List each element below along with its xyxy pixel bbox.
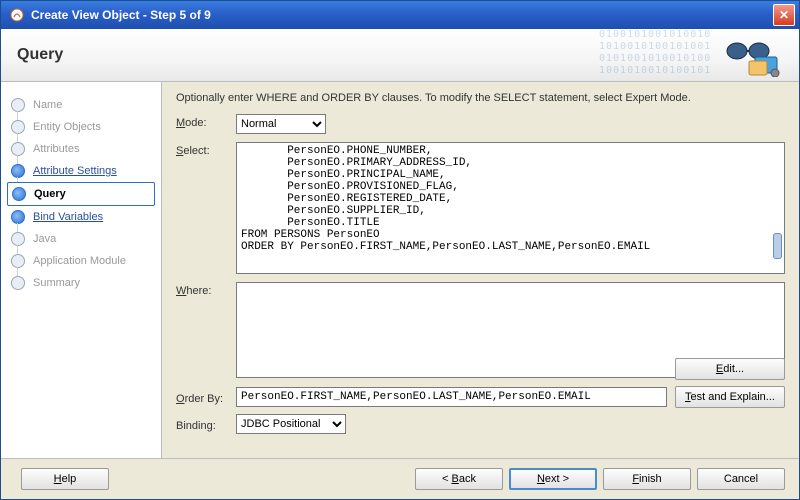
- next-button[interactable]: Next >: [509, 468, 597, 490]
- step-attribute-settings[interactable]: Attribute Settings: [1, 160, 161, 182]
- back-button[interactable]: < Back: [415, 468, 503, 490]
- help-button[interactable]: Help: [21, 468, 109, 490]
- binding-label: Binding:: [176, 417, 236, 432]
- step-java: Java: [1, 228, 161, 250]
- header-decoration: 0100101001010010 1010010100101001 010100…: [599, 29, 799, 81]
- app-icon: [9, 7, 25, 23]
- where-label: Where:: [176, 282, 236, 297]
- step-name: Name: [1, 94, 161, 116]
- test-explain-button[interactable]: Test and Explain...: [675, 386, 785, 408]
- wizard-steps-sidebar: Name Entity Objects Attributes Attribute…: [1, 82, 162, 458]
- step-summary: Summary: [1, 272, 161, 294]
- step-entity-objects: Entity Objects: [1, 116, 161, 138]
- close-icon: ✕: [779, 8, 789, 22]
- wizard-body: Name Entity Objects Attributes Attribute…: [1, 82, 799, 458]
- cancel-button[interactable]: Cancel: [697, 468, 785, 490]
- wizard-header: Query 0100101001010010 1010010100101001 …: [1, 29, 799, 82]
- scrollbar-thumb[interactable]: [773, 233, 782, 259]
- orderby-label: Order By:: [176, 390, 236, 405]
- wizard-footer: Help < Back Next > Finish Cancel: [1, 458, 799, 499]
- select-sql-box[interactable]: PersonEO.PHONE_NUMBER, PersonEO.PRIMARY_…: [236, 142, 785, 274]
- step-application-module: Application Module: [1, 250, 161, 272]
- titlebar: Create View Object - Step 5 of 9 ✕: [1, 1, 799, 29]
- close-button[interactable]: ✕: [773, 4, 795, 26]
- page-title: Query: [17, 46, 63, 64]
- binding-select[interactable]: JDBC Positional: [236, 414, 346, 434]
- glasses-icon: [725, 37, 781, 77]
- select-label: Select:: [176, 142, 236, 157]
- step-attributes: Attributes: [1, 138, 161, 160]
- step-bind-variables[interactable]: Bind Variables: [1, 206, 161, 228]
- wizard-main: Optionally enter WHERE and ORDER BY clau…: [162, 82, 799, 458]
- mode-label: Mode:: [176, 114, 236, 129]
- step-query: Query: [7, 182, 155, 206]
- finish-button[interactable]: Finish: [603, 468, 691, 490]
- mode-select[interactable]: Normal: [236, 114, 326, 134]
- edit-button[interactable]: Edit...: [675, 358, 785, 380]
- wizard-window: Create View Object - Step 5 of 9 ✕ Query…: [0, 0, 800, 500]
- orderby-input[interactable]: [236, 387, 667, 407]
- window-title: Create View Object - Step 5 of 9: [31, 8, 773, 22]
- instruction-text: Optionally enter WHERE and ORDER BY clau…: [176, 92, 785, 104]
